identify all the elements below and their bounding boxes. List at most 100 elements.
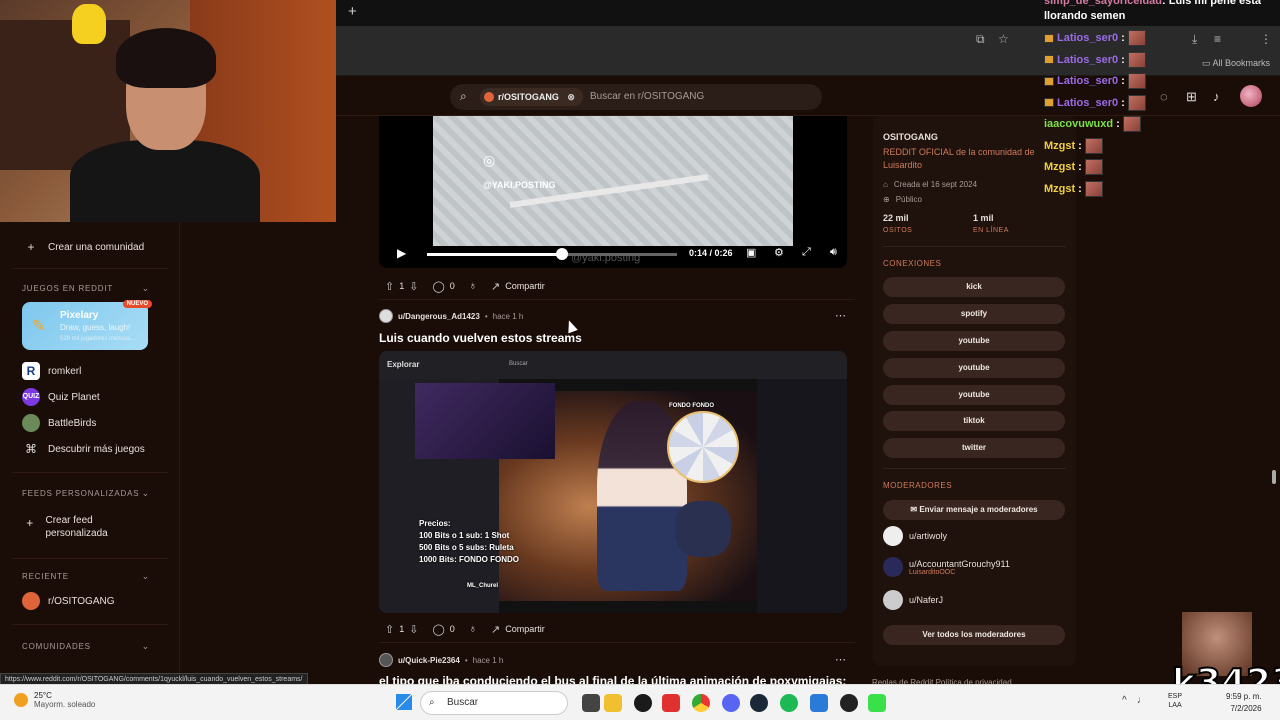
avatar[interactable] bbox=[379, 309, 393, 323]
upvote-icon[interactable]: ⇧ bbox=[385, 623, 394, 636]
game-item-battlebirds[interactable]: BattleBirds bbox=[22, 414, 96, 432]
chevron-up-icon[interactable]: ^ bbox=[1122, 695, 1127, 706]
comments-button[interactable]: ◯ 0 bbox=[432, 280, 454, 293]
post-title[interactable]: Luis cuando vuelven estos streams bbox=[379, 331, 582, 345]
communities-section-header[interactable]: COMUNIDADES ⌄ bbox=[22, 641, 150, 651]
award-button[interactable]: ♁ bbox=[469, 280, 477, 292]
view-all-mods-button[interactable]: Ver todos los moderadores bbox=[883, 625, 1065, 645]
share-button[interactable]: ↗ Compartir bbox=[491, 280, 545, 293]
notepad-icon[interactable] bbox=[810, 694, 828, 712]
video-player[interactable]: ◎ @YAKI.POSTING @yaki.posting ▶ 0:14 / 0… bbox=[379, 116, 847, 268]
connection-spotify[interactable]: spotify bbox=[883, 304, 1065, 324]
chat-message: Latios_ser0: bbox=[1044, 94, 1146, 111]
clock[interactable]: 9:59 p. m. 7/2/2026 bbox=[1226, 691, 1262, 715]
downvote-icon[interactable]: ⇩ bbox=[409, 623, 418, 636]
app-icon[interactable] bbox=[868, 694, 886, 712]
connection-tiktok[interactable]: tiktok bbox=[883, 411, 1065, 431]
create-community-label: Crear una comunidad bbox=[48, 241, 145, 253]
connection-youtube[interactable]: youtube bbox=[883, 358, 1065, 378]
pixelary-game-card[interactable]: ✎ Pixelary Draw, guess, laugh! 529 mil j… bbox=[22, 300, 152, 350]
chrome-icon[interactable] bbox=[692, 694, 710, 712]
comment-icon: ◯ bbox=[432, 623, 445, 636]
windows-start-icon[interactable] bbox=[396, 694, 412, 710]
new-tab-button[interactable]: + bbox=[348, 3, 357, 20]
connection-twitter[interactable]: twitter bbox=[883, 438, 1065, 458]
pencil-icon: ✎ bbox=[32, 318, 46, 335]
microphone-icon[interactable]: ♩ bbox=[1137, 695, 1147, 706]
more-options-icon[interactable]: ⋯ bbox=[835, 309, 846, 322]
chat-separator: : bbox=[1121, 53, 1125, 66]
chat-message: Latios_ser0: bbox=[1044, 30, 1146, 46]
play-button[interactable]: ▶ bbox=[397, 246, 406, 260]
recent-item-ositogang[interactable]: r/OSITOGANG bbox=[22, 592, 115, 610]
share-label: Compartir bbox=[505, 624, 545, 634]
streamer-webcam bbox=[0, 0, 336, 222]
subreddit-chip[interactable]: r/OSITOGANG ⊗ bbox=[480, 88, 583, 106]
chat-separator: : bbox=[1078, 182, 1082, 195]
chat-separator: : bbox=[1121, 32, 1125, 44]
create-feed-link[interactable]: + Crear feed personalizada bbox=[22, 514, 142, 540]
install-icon[interactable]: ⧉ bbox=[976, 32, 985, 47]
create-community-link[interactable]: + Crear una comunidad bbox=[22, 238, 144, 256]
video-progress-handle[interactable] bbox=[556, 248, 568, 260]
comments-button[interactable]: ◯ 0 bbox=[432, 623, 454, 636]
post-image[interactable]: Explorar Buscar FONDO FONDO Precios: 100… bbox=[379, 351, 847, 613]
scrollbar-thumb[interactable] bbox=[1272, 470, 1276, 484]
fullscreen-icon[interactable]: ⤢ bbox=[802, 246, 811, 259]
search-input[interactable]: Buscar en r/OSITOGANG bbox=[590, 91, 704, 102]
games-section-header[interactable]: JUEGOS EN REDDIT ⌄ bbox=[22, 283, 150, 293]
file-explorer-icon[interactable] bbox=[604, 694, 622, 712]
post-actions: ⇧ 1 ⇩ ◯ 0 ♁ ↗ Compartir bbox=[385, 621, 545, 637]
discord-icon[interactable] bbox=[722, 694, 740, 712]
search-icon: ⌕ bbox=[429, 697, 435, 708]
game-item-romkerl[interactable]: R romkerl bbox=[22, 362, 81, 380]
system-tray: ^ ♩ bbox=[1122, 695, 1147, 706]
moderator-item[interactable]: u/artiwoly bbox=[883, 526, 947, 546]
weather-widget[interactable]: 25°C Mayorm. soleado bbox=[14, 691, 95, 709]
gamepad-icon: ⌘ bbox=[25, 442, 37, 456]
moderator-item[interactable]: u/AccountantGrouchy911 LuisarditoOOC bbox=[883, 557, 1010, 577]
obs-icon[interactable] bbox=[634, 694, 652, 712]
game-item-quiz-planet[interactable]: QUIZ Quiz Planet bbox=[22, 388, 100, 406]
share-icon: ↗ bbox=[491, 280, 501, 293]
upvote-icon[interactable]: ⇧ bbox=[385, 280, 394, 293]
recent-section-header[interactable]: RECIENTE ⌄ bbox=[22, 571, 150, 581]
connection-youtube[interactable]: youtube bbox=[883, 331, 1065, 351]
subreddit-chip-icon bbox=[484, 92, 494, 102]
award-icon: ♁ bbox=[468, 280, 478, 292]
close-icon[interactable]: ⊗ bbox=[567, 92, 575, 102]
more-options-icon[interactable]: ⋯ bbox=[835, 653, 846, 666]
search-bar[interactable]: ⌕ r/OSITOGANG ⊗ Buscar en r/OSITOGANG bbox=[450, 84, 822, 110]
connection-youtube[interactable]: youtube bbox=[883, 385, 1065, 405]
message-mods-button[interactable]: ✉ Enviar mensaje a moderadores bbox=[883, 500, 1065, 520]
discover-games-link[interactable]: ⌘ Descubrir más juegos bbox=[22, 440, 145, 458]
connection-kick[interactable]: kick bbox=[883, 277, 1065, 297]
globe-icon: ⊕ bbox=[883, 195, 890, 204]
language-indicator[interactable]: ESP LAA bbox=[1168, 692, 1182, 710]
captions-icon[interactable]: ▣ bbox=[746, 246, 756, 259]
downvote-icon[interactable]: ⇩ bbox=[409, 280, 418, 293]
post-author[interactable]: u/Quick-Pie2364 bbox=[398, 656, 460, 665]
award-button[interactable]: ♁ bbox=[469, 623, 477, 635]
post-author[interactable]: u/Dangerous_Ad1423 bbox=[398, 312, 480, 321]
avatar[interactable] bbox=[379, 653, 393, 667]
settings-gear-icon[interactable]: ⚙ bbox=[774, 246, 784, 259]
app-icon[interactable] bbox=[840, 694, 858, 712]
volume-icon[interactable]: 🔊︎ bbox=[830, 246, 837, 259]
taskbar-search[interactable]: ⌕ Buscar bbox=[420, 691, 568, 715]
chat-username: Latios_ser0 bbox=[1057, 32, 1119, 44]
app-icon[interactable] bbox=[662, 694, 680, 712]
game-label: romkerl bbox=[48, 365, 82, 377]
chat-message: Mzgst: bbox=[1044, 180, 1103, 197]
bookmark-star-icon[interactable]: ☆ bbox=[998, 32, 1009, 46]
moderator-item[interactable]: u/NaferJ bbox=[883, 590, 943, 610]
steam-icon[interactable] bbox=[750, 694, 768, 712]
spotify-icon[interactable] bbox=[780, 694, 798, 712]
image-fondo-text: FONDO FONDO bbox=[669, 403, 714, 409]
feeds-section-header[interactable]: FEEDS PERSONALIZADAS ⌄ bbox=[22, 488, 150, 498]
task-view-icon[interactable] bbox=[582, 694, 600, 712]
moderator-name: u/NaferJ bbox=[909, 595, 944, 605]
chat-emote-icon bbox=[1084, 180, 1103, 197]
share-button[interactable]: ↗ Compartir bbox=[491, 623, 545, 636]
communities-section-label: COMUNIDADES bbox=[22, 642, 91, 651]
